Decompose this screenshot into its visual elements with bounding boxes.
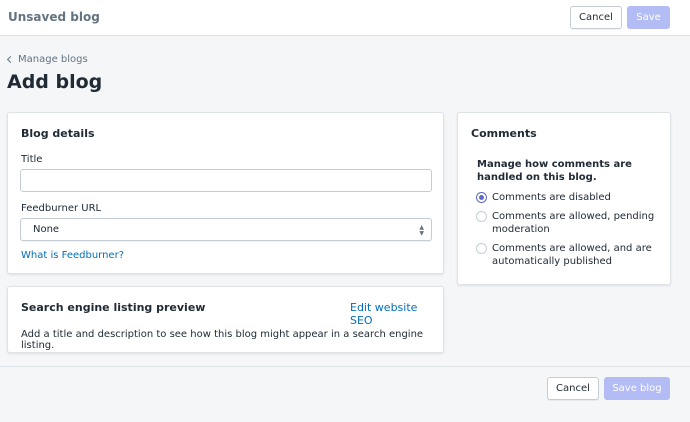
seo-heading: Search engine listing preview — [21, 301, 206, 314]
seo-description: Add a title and description to see how t… — [21, 329, 424, 351]
comments-card: Comments Manage how comments are handled… — [457, 112, 671, 285]
topbar-save-button[interactable]: Save — [627, 6, 670, 29]
top-bar: Unsaved blog Cancel Save — [0, 0, 690, 36]
title-input[interactable] — [20, 169, 432, 192]
save-blog-button[interactable]: Save blog — [604, 377, 670, 400]
footer-cancel-button[interactable]: Cancel — [547, 377, 599, 400]
breadcrumb-label: Manage blogs — [18, 54, 88, 65]
blog-details-card: Blog details Title Feedburner URL None ▲… — [7, 112, 444, 274]
topbar-cancel-button[interactable]: Cancel — [570, 6, 622, 29]
radio-label: Comments are disabled — [492, 192, 611, 203]
select-arrows-icon: ▲ ▼ — [419, 224, 424, 237]
seo-preview-card: Search engine listing preview Edit websi… — [7, 286, 444, 353]
feedburner-selected-value: None — [33, 224, 60, 235]
radio-comments-disabled[interactable]: Comments are disabled — [476, 191, 611, 204]
radio-button[interactable] — [476, 211, 487, 222]
radio-label: Comments are allowed, and are automatica… — [492, 243, 652, 267]
page-title: Add blog — [7, 71, 103, 93]
blog-details-heading: Blog details — [21, 127, 95, 140]
comments-heading: Comments — [471, 127, 537, 140]
radio-label: Comments are allowed, pending moderation — [492, 211, 655, 235]
edit-website-seo-link[interactable]: Edit website SEO — [350, 301, 443, 327]
comments-description: Manage how comments are handled on this … — [477, 159, 632, 183]
radio-comments-pending-moderation[interactable]: Comments are allowed, pending moderation — [476, 210, 654, 236]
breadcrumb[interactable]: Manage blogs — [6, 54, 88, 65]
topbar-title: Unsaved blog — [8, 10, 100, 24]
radio-button-checked[interactable] — [476, 192, 487, 203]
what-is-feedburner-link[interactable]: What is Feedburner? — [21, 250, 124, 261]
footer-divider — [0, 366, 690, 367]
chevron-left-icon — [6, 55, 15, 64]
radio-comments-auto-published[interactable]: Comments are allowed, and are automatica… — [476, 242, 652, 268]
radio-button[interactable] — [476, 243, 487, 254]
feedburner-select[interactable]: None ▲ ▼ — [20, 218, 432, 241]
title-label: Title — [21, 154, 43, 165]
feedburner-label: Feedburner URL — [21, 203, 102, 214]
